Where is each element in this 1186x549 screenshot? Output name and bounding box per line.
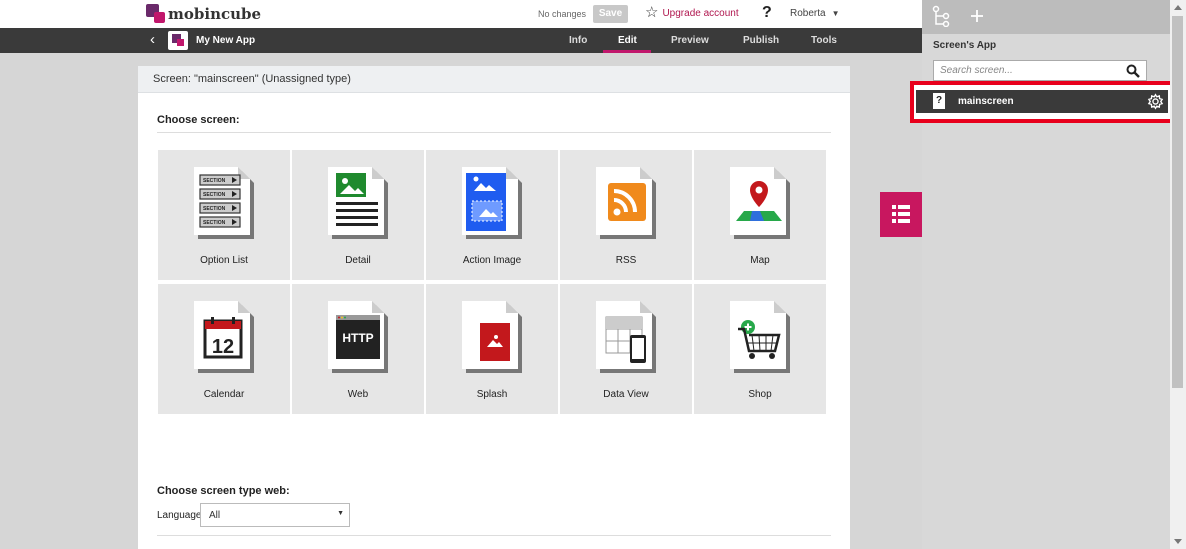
option-list-section-3: SECTION [203,206,226,212]
tree-structure-icon[interactable] [932,5,952,27]
tile-label: Data View [603,389,649,400]
tab-publish[interactable]: Publish [743,35,779,46]
scroll-up-arrow-icon[interactable] [1174,5,1182,10]
gear-icon[interactable] [1147,93,1164,110]
language-value: All [209,510,221,521]
tile-label: Option List [200,255,248,266]
shop-icon [730,301,790,373]
user-menu[interactable]: Roberta ▼ [790,8,840,19]
divider [157,132,831,133]
tile-label: Calendar [203,389,245,400]
upgrade-label: Upgrade account [662,7,739,19]
sidebar-toolbar [922,0,1170,34]
tile-action-image[interactable]: Action Image [426,150,558,280]
detail-icon [328,167,388,239]
page-scrollbar[interactable] [1170,0,1186,549]
calendar-day: 12 [212,336,234,358]
list-icon [892,205,910,223]
option-list-section-4: SECTION [203,220,226,226]
divider [157,535,831,536]
screen-type-grid: SECTION SECTION SECTION SECTION Option L… [158,150,826,414]
chevron-down-icon: ▼ [831,9,840,18]
tile-label: Map [750,255,770,266]
calendar-icon: 12 [194,301,254,373]
tile-label: Action Image [462,255,522,266]
back-arrow-icon[interactable]: ‹ [150,31,155,48]
tab-edit[interactable]: Edit [618,35,637,46]
tile-web[interactable]: HTTP Web [292,284,424,414]
screen-row[interactable]: ? mainscreen [916,90,1168,113]
top-header: mobincube No changes Save ☆ Upgrade acco… [0,0,922,28]
tile-label: RSS [615,255,637,266]
screen-name: mainscreen [958,96,1014,107]
screens-sidebar: Screen's App Search screen... ? mainscre… [910,0,1176,549]
save-button[interactable]: Save [593,5,628,23]
map-icon [730,167,790,239]
tile-data-view[interactable]: Data View [560,284,692,414]
screen-list-item[interactable]: ? mainscreen [910,81,1176,123]
tile-map[interactable]: Map [694,150,826,280]
mobincube-logo[interactable]: mobincube [146,4,261,24]
choose-screen-title: Choose screen: [157,114,240,126]
option-list-section-2: SECTION [203,192,226,198]
web-http-text: HTTP [342,331,373,345]
help-button[interactable]: ? [762,4,772,22]
logo-mark [146,4,166,24]
user-name: Roberta [790,8,826,19]
splash-icon [462,301,522,373]
upgrade-account-link[interactable]: ☆ Upgrade account [645,4,739,21]
tile-splash[interactable]: Splash [426,284,558,414]
tile-option-list[interactable]: SECTION SECTION SECTION SECTION Option L… [158,150,290,280]
screen-type-icon: ? [933,93,945,109]
tile-label: Detail [345,255,371,266]
star-icon: ☆ [645,4,659,21]
tab-info[interactable]: Info [569,35,587,46]
scroll-down-arrow-icon[interactable] [1174,539,1182,544]
tab-tools[interactable]: Tools [811,35,837,46]
tile-label: Web [347,389,369,400]
save-status: No changes [538,9,587,19]
language-label: Language [157,510,202,521]
app-name: My New App [196,35,256,46]
tile-label: Shop [748,389,772,400]
tab-preview[interactable]: Preview [671,35,709,46]
search-icon[interactable] [1126,64,1140,78]
action-image-icon [462,167,522,239]
screen-header: Screen: "mainscreen" (Unassigned type) [138,66,850,93]
app-icon [168,31,188,50]
web-section-title: Choose screen type web: [157,485,290,497]
chevron-down-icon: ▼ [337,510,344,517]
web-icon: HTTP [328,301,388,373]
tile-shop[interactable]: Shop [694,284,826,414]
logo-text: mobincube [168,5,262,23]
search-placeholder: Search screen... [940,65,1013,76]
active-tab-indicator [603,50,651,53]
option-list-section-1: SECTION [203,178,226,184]
app-nav-bar: ‹ My New App Info Edit Preview Publish T… [0,28,922,53]
data-view-icon [596,301,656,373]
rss-icon [596,167,656,239]
search-screen-input[interactable]: Search screen... [933,60,1147,81]
screen-list-toggle[interactable] [880,192,922,237]
option-list-icon: SECTION SECTION SECTION SECTION [194,167,254,239]
language-select[interactable]: All ▼ [200,503,350,527]
scrollbar-thumb[interactable] [1172,16,1183,388]
tile-rss[interactable]: RSS [560,150,692,280]
screen-editor-panel: Screen: "mainscreen" (Unassigned type) C… [138,66,850,549]
tile-calendar[interactable]: 12 Calendar [158,284,290,414]
sidebar-title: Screen's App [933,40,997,51]
add-screen-icon[interactable] [970,9,984,23]
tile-detail[interactable]: Detail [292,150,424,280]
tile-label: Splash [476,389,508,400]
